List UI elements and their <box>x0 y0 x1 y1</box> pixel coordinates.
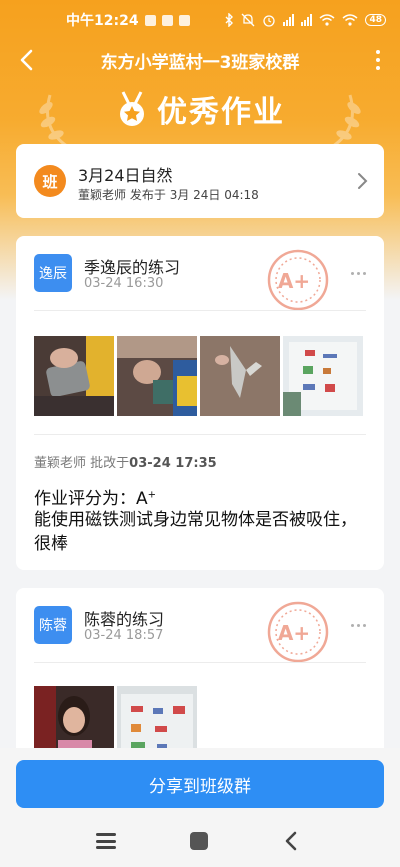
assignment-info-card[interactable]: 班 3月24日自然 董颖老师 发布于 3月 24日 04:18 <box>16 144 384 218</box>
status-time: 中午12:24 <box>66 13 139 29</box>
signal-icon <box>283 14 295 26</box>
submission-card[interactable]: 陈蓉 陈蓉的练习 03-24 18:57 A+ <box>16 588 384 768</box>
teacher-comment: 能使用磁铁测试身边常见物体是否被吸住，很棒 <box>34 510 357 554</box>
class-avatar: 班 <box>34 165 66 197</box>
status-bar: 中午12:24 48 <box>0 0 400 40</box>
homework-photo[interactable] <box>34 336 114 416</box>
medal-icon <box>120 91 144 126</box>
bluetooth-icon <box>225 13 234 27</box>
grade-line: 作业评分为：A+ <box>34 484 156 509</box>
student-submission-title: 季逸辰的练习 <box>84 258 181 277</box>
student-avatar: 逸辰 <box>34 254 72 292</box>
notification-icon <box>144 14 156 26</box>
top-nav-bar: 东方小学蓝村一3班家校群 <box>0 40 400 80</box>
recent-apps-icon[interactable] <box>96 833 116 849</box>
mute-icon <box>242 13 255 27</box>
reviewer-name: 董颖老师 <box>34 456 87 471</box>
excellent-homework-banner: 优秀作业 <box>0 84 400 134</box>
divider <box>34 662 366 663</box>
wifi-icon <box>342 14 358 26</box>
signal-icon <box>301 14 313 26</box>
divider <box>34 310 366 311</box>
submission-time: 03-24 16:30 <box>84 276 164 291</box>
student-submission-title: 陈蓉的练习 <box>84 610 165 629</box>
stamp-grade: A+ <box>278 269 310 293</box>
chevron-right-icon <box>358 173 368 189</box>
review-time: 03-24 17:35 <box>129 456 217 471</box>
grade-stamp-icon: A+ <box>267 601 329 663</box>
home-icon[interactable] <box>190 832 208 850</box>
divider <box>34 434 366 435</box>
stamp-grade: A+ <box>278 621 310 645</box>
alarm-icon <box>263 15 276 27</box>
teacher-name: 董颖老师 <box>78 188 127 202</box>
homework-photo[interactable] <box>200 336 280 416</box>
photo-grid <box>34 336 363 416</box>
page-title: 东方小学蓝村一3班家校群 <box>100 52 300 73</box>
notification-icon <box>178 14 190 26</box>
grade-plus: + <box>147 489 157 501</box>
submission-time: 03-24 18:57 <box>84 628 164 643</box>
homework-photo[interactable] <box>283 336 363 416</box>
assignment-meta: 董颖老师 发布于 3月 24日 04:18 <box>78 186 259 203</box>
publish-time: 3月 24日 04:18 <box>169 188 259 202</box>
more-options-icon[interactable] <box>351 624 366 627</box>
share-to-class-group-button[interactable]: 分享到班级群 <box>16 760 384 808</box>
grade-stamp-icon: A+ <box>267 249 329 311</box>
review-action: 批改于 <box>90 456 130 471</box>
more-options-icon[interactable] <box>351 272 366 275</box>
system-back-icon[interactable] <box>284 831 298 851</box>
grade-value: A <box>136 489 148 509</box>
grade-prefix: 作业评分为： <box>34 489 136 509</box>
system-navigation-bar <box>0 818 400 867</box>
publish-label: 发布于 <box>129 188 166 202</box>
submission-card[interactable]: 逸辰 季逸辰的练习 03-24 16:30 A+ 董颖老师 批改于03-24 1… <box>16 236 384 570</box>
assignment-title: 3月24日自然 <box>78 166 173 185</box>
battery-indicator: 48 <box>365 14 386 26</box>
review-meta: 董颖老师 批改于03-24 17:35 <box>34 452 217 471</box>
homework-photo[interactable] <box>117 336 197 416</box>
wifi-icon <box>319 14 335 26</box>
more-menu-icon[interactable] <box>372 48 384 72</box>
banner-title: 优秀作业 <box>157 95 285 130</box>
student-avatar: 陈蓉 <box>34 606 72 644</box>
back-arrow-icon[interactable] <box>14 46 42 74</box>
notification-icon <box>161 14 173 26</box>
